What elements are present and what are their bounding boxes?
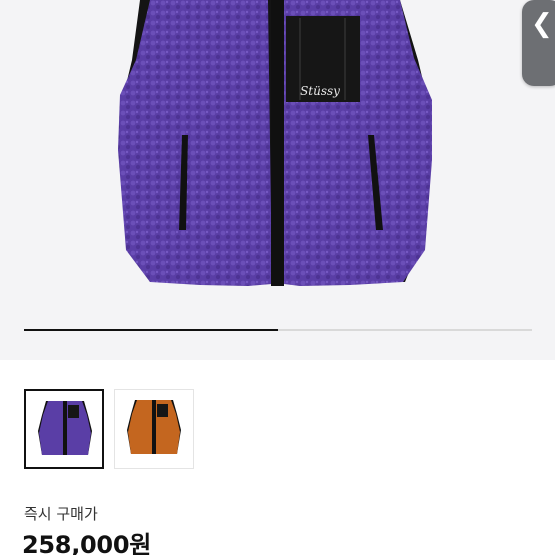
thumbnail-brown-vest[interactable] — [114, 389, 194, 469]
product-detail-screen: Stüssy ❮ 즉시 구매가 258,000원 — [0, 0, 555, 555]
brown-vest-thumb-image — [127, 400, 181, 454]
gallery-progress-bar — [24, 329, 532, 331]
purple-vest-thumb-image — [38, 401, 92, 455]
instant-buy-price-label: 즉시 구매가 — [24, 505, 98, 523]
product-image-gallery[interactable]: Stüssy — [0, 0, 555, 360]
stussy-logo: Stüssy — [300, 84, 340, 98]
gallery-progress-fill — [24, 329, 278, 331]
chevron-left-icon: ❮ — [531, 9, 553, 39]
product-main-image: Stüssy — [118, 0, 432, 286]
thumbnail-purple-vest[interactable] — [24, 389, 104, 469]
price-value: 258,000원 — [22, 531, 151, 555]
back-button[interactable]: ❮ — [522, 0, 555, 86]
